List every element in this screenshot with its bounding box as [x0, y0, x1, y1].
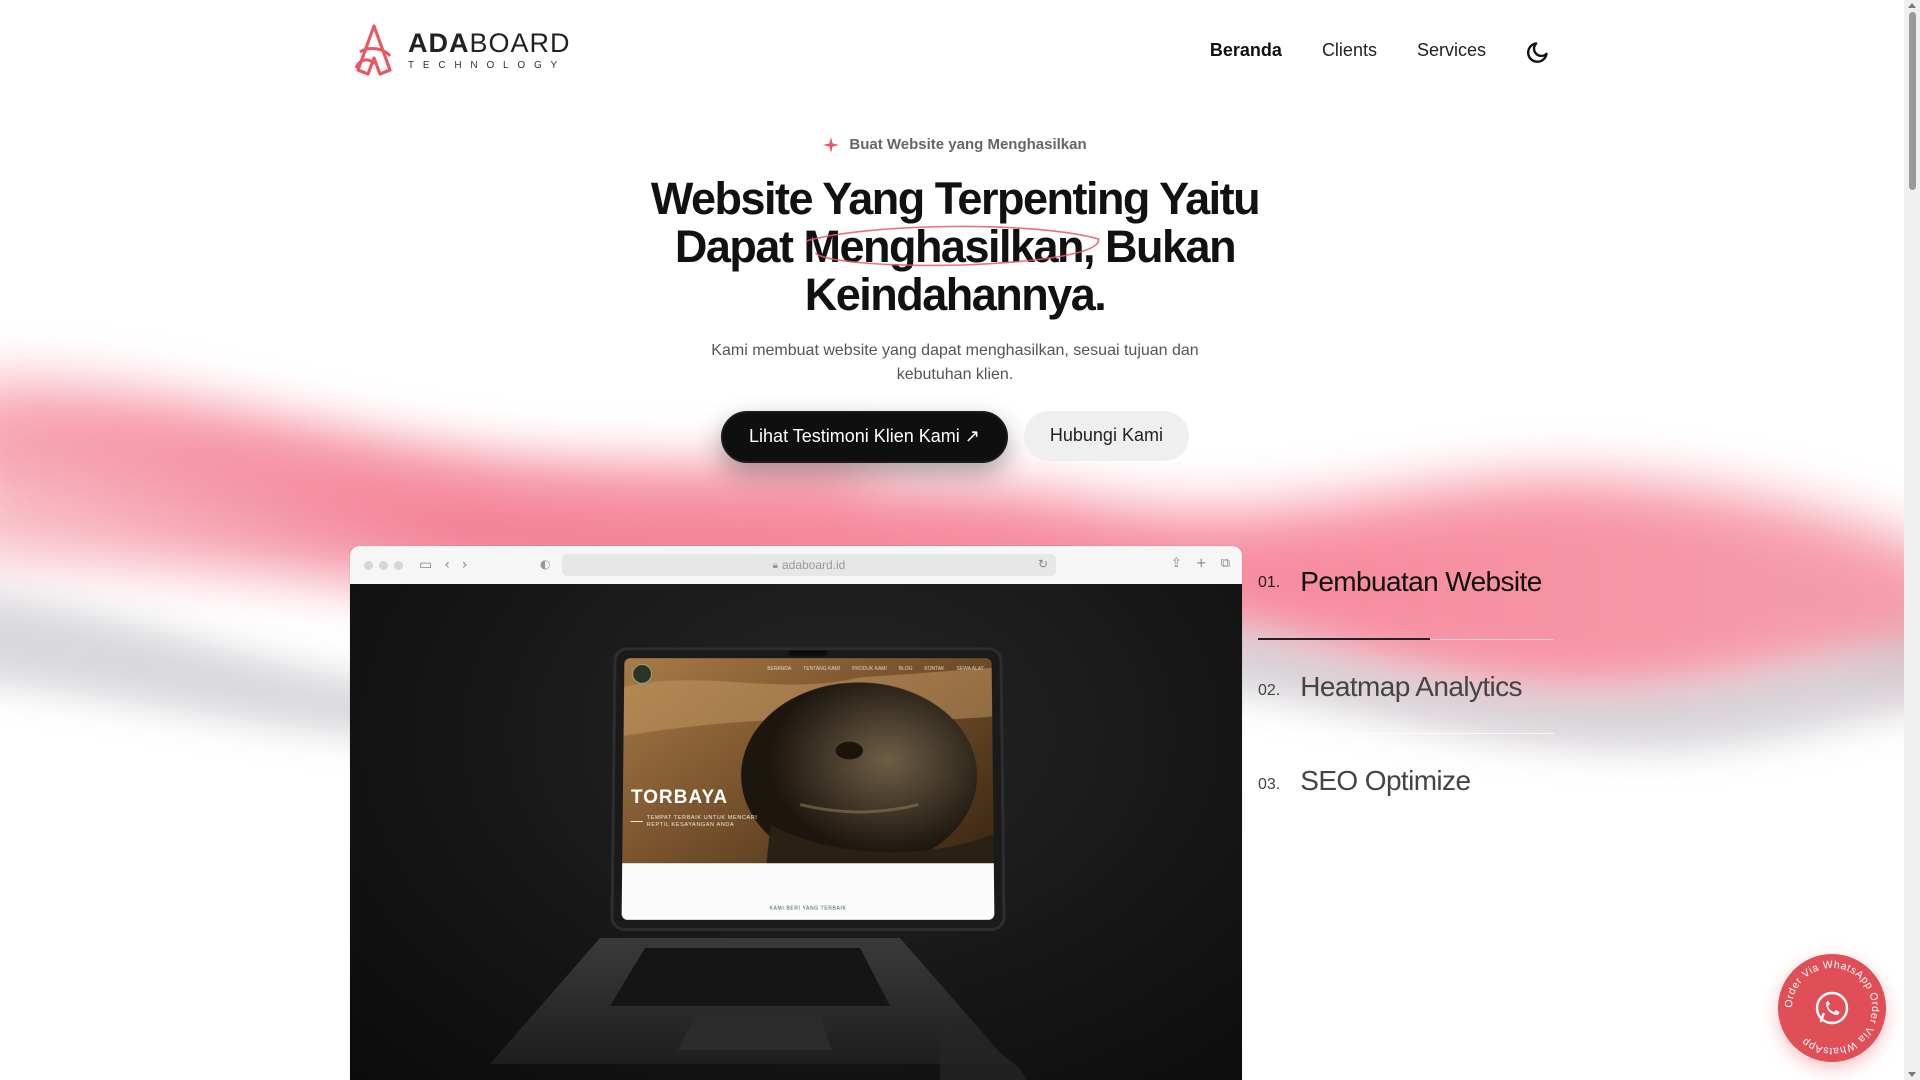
- window-dot-minimize: [379, 560, 388, 570]
- logo[interactable]: ADABOARD TECHNOLOGY: [350, 22, 571, 78]
- window-controls: [364, 560, 403, 570]
- url-text: adaboard.id: [781, 558, 846, 572]
- share-icon: ⇪: [1170, 556, 1182, 571]
- highlight-scribble-icon: [806, 225, 1100, 266]
- back-icon: ‹: [444, 557, 450, 573]
- services-list: 01. Pembuatan Website 02. Heatmap Analyt…: [1258, 566, 1554, 828]
- shield-icon: ◐: [540, 557, 551, 571]
- nav-item-services[interactable]: Services: [1417, 40, 1486, 61]
- logo-name-bold: ADA: [408, 27, 470, 58]
- hero-cta-group: Lihat Testimoni Klien Kami ↗ Hubungi Kam…: [0, 410, 1910, 463]
- whatsapp-order-button[interactable]: Order Via WhatsApp Order Via WhatsApp: [1778, 954, 1886, 1062]
- service-label: Heatmap Analytics: [1300, 670, 1522, 702]
- window-dot-maximize: [394, 560, 403, 570]
- laptop-site-logo: [632, 664, 653, 684]
- hero-headline: Website Yang Terpenting Yaitu Dapat Meng…: [635, 174, 1275, 319]
- laptop-nav-item: KONTAK: [924, 666, 945, 672]
- laptop-notch: [788, 650, 828, 657]
- laptop-nav-item: SEWA ALAT: [956, 666, 984, 672]
- whatsapp-ring-text: Order Via WhatsApp Order Via WhatsApp: [1783, 959, 1881, 1057]
- nav-item-clients[interactable]: Clients: [1322, 40, 1377, 61]
- service-number: 01.: [1258, 574, 1281, 591]
- scroll-up-arrow-icon[interactable]: [1908, 3, 1916, 8]
- hero-section: Buat Website yang Menghasilkan Website Y…: [0, 136, 1910, 463]
- window-dot-close: [364, 560, 373, 570]
- logo-text: ADABOARD TECHNOLOGY: [408, 27, 571, 71]
- service-item-heatmap[interactable]: 02. Heatmap Analytics: [1258, 640, 1554, 734]
- page-scrollbar[interactable]: [1904, 0, 1920, 1080]
- scroll-down-arrow-icon[interactable]: [1908, 1072, 1916, 1077]
- laptop-screen: BERANDA TENTANG KAMI PRODUK KAMI BLOG KO…: [610, 647, 1006, 931]
- logo-name-rest: BOARD: [469, 27, 571, 58]
- service-label: Pembuatan Website: [1300, 566, 1542, 597]
- laptop-tagline-rule: [630, 821, 643, 823]
- sparkle-icon: [823, 136, 840, 153]
- hero-eyebrow-text: Buat Website yang Menghasilkan: [849, 136, 1087, 153]
- browser-mockup: ▭ ‹ › ◐ 🔒︎ adaboard.id ↻ ⇪ + ⧉ BERANDA T…: [350, 546, 1242, 1080]
- refresh-icon: ↻: [1037, 557, 1048, 571]
- forward-icon: ›: [461, 557, 468, 573]
- new-tab-icon: +: [1195, 556, 1207, 571]
- laptop-nav-item: PRODUK KAMI: [852, 666, 887, 672]
- laptop-site-nav: BERANDA TENTANG KAMI PRODUK KAMI BLOG KO…: [767, 666, 983, 672]
- hero-eyebrow: Buat Website yang Menghasilkan: [823, 136, 1087, 153]
- nav-item-beranda[interactable]: Beranda: [1210, 40, 1282, 61]
- headline-highlight: Menghasilkan,: [803, 222, 1100, 271]
- whatsapp-badge-graphic: Order Via WhatsApp Order Via WhatsApp: [1783, 959, 1881, 1057]
- moon-icon[interactable]: [1526, 36, 1554, 64]
- service-number: 02.: [1258, 681, 1281, 699]
- scroll-thumb[interactable]: [1909, 12, 1916, 190]
- page: ADABOARD TECHNOLOGY Beranda Clients Serv…: [0, 0, 1920, 1080]
- hero-subtitle: Kami membuat website yang dapat menghasi…: [711, 341, 1199, 383]
- service-item-seo[interactable]: 03. SEO Optimize: [1258, 734, 1554, 828]
- contact-us-button[interactable]: Hubungi Kami: [1023, 410, 1189, 461]
- browser-actions: ⇪ + ⧉: [1171, 556, 1230, 571]
- logo-tagline: TECHNOLOGY: [408, 59, 567, 71]
- logo-name: ADABOARD: [408, 27, 571, 58]
- laptop-site-tagline: TEMPAT TERBAIK UNTUK MENCARI REPTIL KESA…: [646, 815, 758, 829]
- tabs-overview-icon: ⧉: [1220, 556, 1230, 571]
- laptop-site-footer: KAMI BERI YANG TERBAIK: [621, 863, 995, 920]
- svg-text:Order Via WhatsApp Order Via W: Order Via WhatsApp Order Via WhatsApp: [1783, 959, 1881, 1057]
- lock-icon: 🔒︎: [772, 559, 778, 571]
- service-number: 03.: [1258, 775, 1281, 793]
- service-item-website[interactable]: 01. Pembuatan Website: [1258, 566, 1554, 640]
- url-bar: 🔒︎ adaboard.id ↻: [562, 554, 1056, 576]
- browser-toolbar: ▭ ‹ › ◐ 🔒︎ adaboard.id ↻ ⇪ + ⧉: [350, 546, 1242, 584]
- main-nav: Beranda Clients Services: [1210, 36, 1554, 64]
- whatsapp-icon: [1815, 991, 1849, 1025]
- laptop-display: BERANDA TENTANG KAMI PRODUK KAMI BLOG KO…: [621, 658, 995, 920]
- logo-mark-icon: [354, 24, 392, 76]
- sidebar-toggle-icon: ▭: [419, 557, 433, 573]
- browser-viewport: BERANDA TENTANG KAMI PRODUK KAMI BLOG KO…: [350, 584, 1242, 1080]
- site-header: ADABOARD TECHNOLOGY Beranda Clients Serv…: [350, 22, 1554, 78]
- service-label: SEO Optimize: [1300, 764, 1471, 796]
- laptop-site-footer-text: KAMI BERI YANG TERBAIK: [769, 905, 847, 912]
- view-testimonials-button[interactable]: Lihat Testimoni Klien Kami ↗: [721, 410, 1008, 463]
- laptop-nav-item: TENTANG KAMI: [803, 666, 841, 672]
- laptop-keyboard-base: [490, 938, 1027, 1080]
- laptop-nav-item: BLOG: [898, 666, 913, 672]
- laptop-nav-item: BERANDA: [767, 666, 792, 672]
- laptop-site-title: TORBAYA: [630, 787, 729, 808]
